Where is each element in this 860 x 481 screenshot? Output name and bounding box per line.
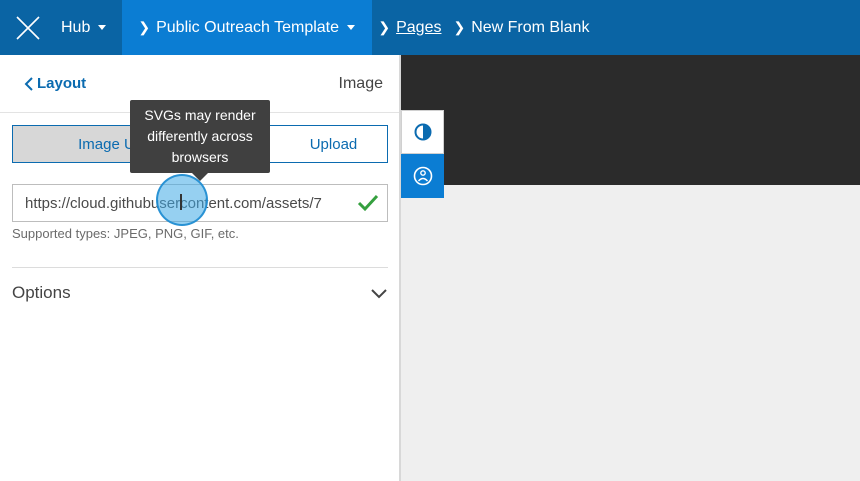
caret-down-icon <box>98 25 107 30</box>
tooltip-line-1: SVGs may render <box>144 107 256 123</box>
section-divider <box>12 267 388 268</box>
contrast-icon <box>414 123 431 141</box>
text-cursor <box>180 194 182 210</box>
hub-label: Hub <box>61 18 91 36</box>
click-indicator <box>156 174 208 226</box>
chevron-right-icon: ❯ <box>453 19 466 35</box>
hub-menu[interactable]: Hub <box>55 0 122 55</box>
svg-warning-tooltip: SVGs may render differently across brows… <box>130 100 270 181</box>
back-to-layout-button[interactable]: Layout <box>24 75 86 92</box>
panel-title: Image <box>338 74 383 92</box>
current-page-title: New From Blank <box>471 18 590 36</box>
chevron-left-icon <box>24 76 33 91</box>
tooltip-line-3: browsers <box>171 149 229 165</box>
contrast-button[interactable] <box>401 110 444 154</box>
checkmark-icon <box>357 194 379 212</box>
chevron-down-icon <box>371 288 387 298</box>
image-upload-label: Upload <box>309 135 358 153</box>
site-dropdown[interactable]: ❯ Public Outreach Template <box>122 0 373 55</box>
back-label: Layout <box>37 75 87 92</box>
accessibility-button[interactable] <box>401 154 444 198</box>
chevron-right-icon: ❯ <box>138 19 151 35</box>
tooltip-line-2: differently across <box>147 128 253 144</box>
page-canvas-header <box>401 55 860 185</box>
accessibility-icon <box>413 166 432 186</box>
app-logo-icon[interactable] <box>0 0 55 55</box>
breadcrumb-pages: ❯ Pages <box>372 19 441 37</box>
supported-types-hint: Supported types: JPEG, PNG, GIF, etc. <box>12 226 239 241</box>
options-accordion[interactable]: Options <box>12 283 388 303</box>
options-label: Options <box>12 283 71 302</box>
pages-link[interactable]: Pages <box>396 19 441 37</box>
caret-down-icon <box>347 25 356 30</box>
top-navigation-bar: Hub ❯ Public Outreach Template ❯ Pages ❯… <box>0 0 860 55</box>
chevron-right-icon: ❯ <box>378 19 391 35</box>
site-name: Public Outreach Template <box>156 18 340 36</box>
breadcrumb-current: ❯ New From Blank <box>453 19 589 37</box>
